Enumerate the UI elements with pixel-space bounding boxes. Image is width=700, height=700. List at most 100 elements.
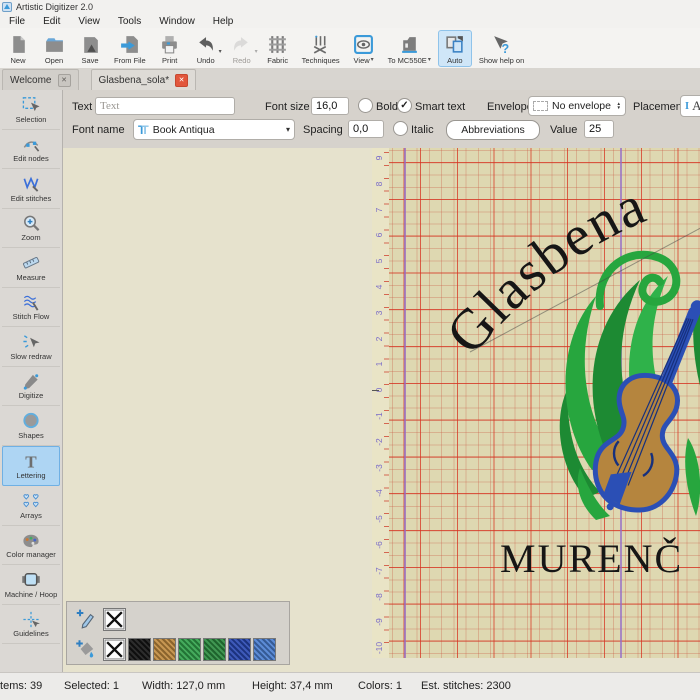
ruler-number: -1 [374, 409, 384, 423]
dropdown-arrow-icon[interactable]: ▾ [219, 48, 222, 55]
italic-checkbox[interactable] [393, 121, 408, 136]
status-colors: Colors: 1 [358, 680, 402, 692]
sidebar-item-selection[interactable]: Selection [2, 90, 60, 130]
value-input[interactable]: 25 [584, 120, 614, 138]
dropdown-arrow-icon[interactable]: ▾ [371, 56, 374, 65]
ruler-number: 1 [374, 357, 384, 371]
envelope-value: No envelope [552, 100, 611, 112]
svg-text:T: T [25, 452, 37, 470]
bold-checkbox[interactable] [358, 98, 373, 113]
color-swatch[interactable] [128, 638, 151, 661]
smart-text-checkbox[interactable]: ✓ [397, 98, 412, 113]
menu-window[interactable]: Window [150, 16, 204, 27]
dropdown-arrow-icon[interactable]: ▾ [428, 56, 431, 65]
embroidery-design[interactable]: Glasbena MURENČ [389, 148, 700, 658]
no-color-swatch[interactable] [103, 638, 126, 661]
sidebar-item-label: Arrays [20, 511, 42, 520]
view-icon [352, 32, 376, 56]
edit-stitches-icon [20, 174, 42, 194]
sidebar-item-guidelines[interactable]: Guidelines [2, 605, 60, 645]
envelope-dropdown[interactable]: No envelope ▲▼ [528, 96, 626, 116]
spacing-input[interactable]: 0,0 [348, 120, 384, 138]
color-manager-icon [20, 530, 42, 550]
toolbar-open-button[interactable]: Open [37, 30, 71, 67]
toolbar-show-help-on-button[interactable]: ?Show help on [474, 30, 529, 67]
sidebar-item-shapes[interactable]: Shapes [2, 406, 60, 446]
title-bar: Artistic Digitizer 2.0 [0, 0, 700, 14]
color-swatch[interactable] [153, 638, 176, 661]
font-name-dropdown[interactable]: TT Book Antiqua ▾ [133, 119, 295, 140]
ruler-number: -3 [374, 461, 384, 475]
toolbar-from-file-button[interactable]: From File [109, 30, 151, 67]
ruler-number: 2 [374, 332, 384, 346]
color-swatch[interactable] [253, 638, 276, 661]
abbreviations-button[interactable]: Abbreviations [446, 120, 540, 140]
menu-view[interactable]: View [69, 16, 109, 27]
no-color-swatch[interactable] [103, 608, 126, 631]
sidebar-item-edit-nodes[interactable]: Edit nodes [2, 130, 60, 170]
ruler-number: -5 [374, 512, 384, 526]
dropdown-arrow-icon[interactable]: ▾ [255, 48, 258, 55]
toolbar-button-label: To MC550E▾ [388, 56, 431, 65]
color-swatch[interactable] [203, 638, 226, 661]
toolbar-undo-button[interactable]: ▾Undo [189, 30, 223, 67]
toolbar-techniques-button[interactable]: Techniques [297, 30, 345, 67]
color-swatch[interactable] [228, 638, 251, 661]
sidebar-item-measure[interactable]: Measure [2, 248, 60, 288]
outline-color-row [67, 605, 289, 633]
toolbar-button-label: Save [81, 56, 98, 65]
thread-color-palette [66, 601, 290, 665]
ruler-number: 6 [374, 228, 384, 242]
status-height: Height: 37,4 mm [252, 680, 333, 692]
menu-edit[interactable]: Edit [34, 16, 69, 27]
sidebar-item-label: Shapes [18, 431, 43, 440]
close-icon[interactable]: ✕ [175, 74, 188, 87]
close-icon[interactable]: ✕ [58, 74, 71, 87]
sidebar-item-digitize[interactable]: Digitize [2, 367, 60, 407]
envelope-shape-icon [533, 101, 548, 111]
sidebar-item-stitch-flow[interactable]: Stitch Flow [2, 288, 60, 328]
sidebar-item-label: Color manager [6, 550, 56, 559]
sidebar-item-slow-redraw[interactable]: Slow redraw [2, 327, 60, 367]
sidebar-item-label: Edit nodes [13, 154, 48, 163]
tab-welcome[interactable]: Welcome✕ [2, 69, 79, 90]
color-swatch[interactable] [178, 638, 201, 661]
toolbar-print-button[interactable]: Print [153, 30, 187, 67]
zoom-icon [20, 213, 42, 233]
sidebar-item-lettering[interactable]: TLettering [2, 446, 60, 487]
ruler-number: 7 [374, 203, 384, 217]
font-size-input[interactable]: 16,0 [311, 97, 349, 115]
redo-icon: ▾ [230, 32, 254, 56]
toolbar-to-mc550e-button[interactable]: To MC550E▾ [383, 30, 436, 67]
menu-help[interactable]: Help [204, 16, 243, 27]
ruler-number: -4 [374, 486, 384, 500]
add-pen-icon[interactable] [74, 608, 96, 630]
sidebar-item-zoom[interactable]: Zoom [2, 209, 60, 249]
sidebar-item-label: Zoom [21, 233, 40, 242]
selection-icon [20, 95, 42, 115]
measure-icon [20, 253, 42, 273]
tab-label: Glasbena_sola* [99, 75, 170, 86]
toolbar-button-label: View▾ [354, 56, 374, 65]
toolbar-new-button[interactable]: New [1, 30, 35, 67]
sidebar-item-machine-hoop[interactable]: Machine / Hoop [2, 565, 60, 605]
toolbar-view-button[interactable]: View▾ [347, 30, 381, 67]
placement-button[interactable]: I A [680, 95, 700, 117]
menu-file[interactable]: File [0, 16, 34, 27]
ruler-number: 5 [374, 254, 384, 268]
sidebar-item-edit-stitches[interactable]: Edit stitches [2, 169, 60, 209]
auto-transfer-icon [443, 32, 467, 56]
ruler-number: 8 [374, 177, 384, 191]
add-fill-icon[interactable] [74, 638, 96, 660]
sidebar-item-arrays[interactable]: Arrays [2, 486, 60, 526]
tab-glasbena-sola-[interactable]: Glasbena_sola* ✕ [91, 69, 197, 90]
bottom-text[interactable]: MURENČ [500, 536, 683, 581]
text-input[interactable]: Text [95, 97, 235, 115]
toolbar-redo-button: ▾Redo [225, 30, 259, 67]
sidebar-item-color-manager[interactable]: Color manager [2, 526, 60, 566]
toolbar-auto-button[interactable]: Auto [438, 30, 472, 67]
menu-tools[interactable]: Tools [109, 16, 150, 27]
toolbar-fabric-button[interactable]: Fabric [261, 30, 295, 67]
tool-sidebar: Selection Edit nodes Edit stitches Zoom Meas… [0, 90, 63, 672]
toolbar-save-button[interactable]: Save [73, 30, 107, 67]
